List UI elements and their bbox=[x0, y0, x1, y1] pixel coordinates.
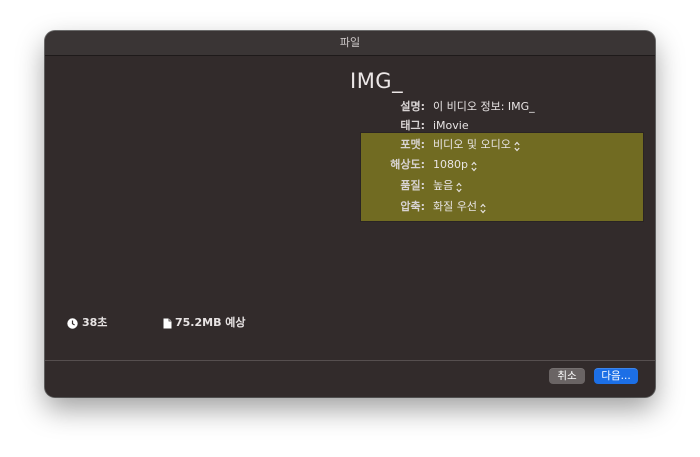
dialog-footer: 취소 다음... bbox=[45, 360, 655, 397]
description-field[interactable]: 이 비디오 정보: IMG_ bbox=[433, 97, 535, 117]
quality-label: 품질: bbox=[400, 179, 425, 192]
description-label: 설명: bbox=[400, 100, 425, 113]
chevron-updown-icon bbox=[480, 203, 486, 213]
cancel-button[interactable]: 취소 bbox=[549, 368, 585, 384]
size-value: 75.2MB 예상 bbox=[175, 316, 246, 329]
resolution-popup[interactable]: 1080p bbox=[433, 155, 477, 175]
compress-popup-value: 화질 우선 bbox=[433, 200, 477, 213]
chevron-updown-icon bbox=[514, 141, 520, 151]
quality-row: 품질: 높음 bbox=[45, 176, 655, 196]
tags-row: 태그: iMovie bbox=[45, 116, 655, 136]
duration-info: 38초 bbox=[67, 316, 107, 330]
size-info: 75.2MB 예상 bbox=[163, 316, 246, 330]
format-label: 포맷: bbox=[400, 138, 425, 151]
compress-row: 압축: 화질 우선 bbox=[45, 197, 655, 217]
duration-value: 38초 bbox=[82, 316, 108, 329]
file-title: IMG_ bbox=[350, 69, 404, 93]
chevron-updown-icon bbox=[471, 161, 477, 171]
resolution-label: 해상도: bbox=[390, 158, 425, 171]
compress-label: 압축: bbox=[400, 200, 425, 213]
quality-popup-value: 높음 bbox=[433, 179, 454, 192]
clock-icon bbox=[67, 317, 78, 329]
tags-field[interactable]: iMovie bbox=[433, 116, 469, 136]
format-row: 포맷: 비디오 및 오디오 bbox=[45, 135, 655, 155]
window-title: 파일 bbox=[45, 31, 655, 56]
quality-popup[interactable]: 높음 bbox=[433, 176, 462, 196]
tags-label: 태그: bbox=[400, 119, 425, 132]
chevron-updown-icon bbox=[456, 182, 462, 192]
document-icon bbox=[163, 318, 172, 328]
export-file-dialog: 파일 IMG_ 설명: 이 비디오 정보: IMG_ 태그: iMovie 포맷… bbox=[45, 31, 655, 397]
resolution-row: 해상도: 1080p bbox=[45, 155, 655, 175]
format-popup-value: 비디오 및 오디오 bbox=[433, 138, 511, 151]
description-row: 설명: 이 비디오 정보: IMG_ bbox=[45, 97, 655, 117]
resolution-popup-value: 1080p bbox=[433, 158, 468, 171]
format-popup[interactable]: 비디오 및 오디오 bbox=[433, 135, 520, 155]
next-button[interactable]: 다음... bbox=[594, 368, 638, 384]
compress-popup[interactable]: 화질 우선 bbox=[433, 197, 486, 217]
